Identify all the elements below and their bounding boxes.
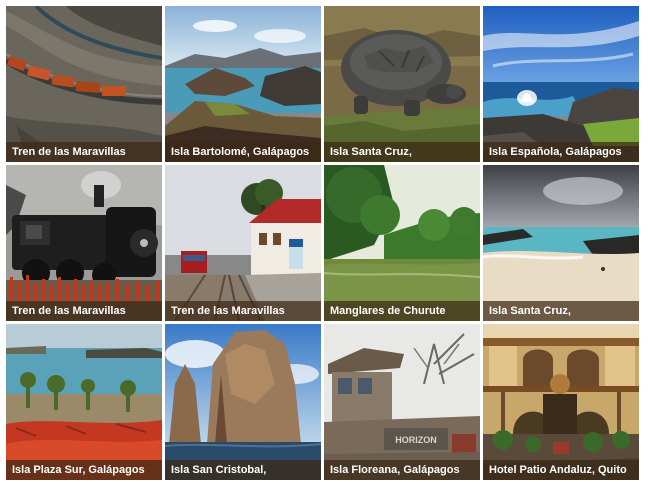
photo-manglares-churute xyxy=(324,165,480,321)
photo-isla-san-cristobal xyxy=(165,324,321,480)
tile-caption: Isla Plaza Sur, Galápagos xyxy=(6,460,162,480)
tile-caption: Tren de las Maravillas xyxy=(6,142,162,162)
photo-santa-cruz-beach xyxy=(483,165,639,321)
gallery-tile-train-cliff[interactable]: Tren de las Maravillas xyxy=(6,6,162,162)
gallery-tile-manglares[interactable]: Manglares de Churute xyxy=(324,165,480,321)
photo-train-station xyxy=(165,165,321,321)
photo-giant-tortoise xyxy=(324,6,480,162)
gallery-tile-isla-espanola[interactable]: Isla Española, Galápagos xyxy=(483,6,639,162)
gallery-tile-isla-bartolome[interactable]: Isla Bartolomé, Galápagos xyxy=(165,6,321,162)
photo-isla-bartolome xyxy=(165,6,321,162)
tile-caption: Isla San Cristobal, xyxy=(165,460,321,480)
photo-hotel-patio-andaluz xyxy=(483,324,639,480)
gallery-tile-plaza-sur[interactable]: Isla Plaza Sur, Galápagos xyxy=(6,324,162,480)
tile-caption: Isla Floreana, Galápagos xyxy=(324,460,480,480)
tile-caption: Isla Española, Galápagos xyxy=(483,142,639,162)
tile-caption: Isla Bartolomé, Galápagos xyxy=(165,142,321,162)
photo-isla-floreana: HORIZON xyxy=(324,324,480,480)
photo-gallery: Tren de las Maravillas Isla Bartolomé, G… xyxy=(6,6,639,480)
gallery-tile-train-station[interactable]: Tren de las Maravillas xyxy=(165,165,321,321)
photo-isla-espanola xyxy=(483,6,639,162)
horizon-sign-text: HORIZON xyxy=(395,435,437,445)
tile-caption: Tren de las Maravillas xyxy=(6,301,162,321)
gallery-tile-tortoise[interactable]: Isla Santa Cruz, xyxy=(324,6,480,162)
tile-caption: Hotel Patio Andaluz, Quito xyxy=(483,460,639,480)
gallery-tile-floreana[interactable]: HORIZON Isla Floreana, Galápagos xyxy=(324,324,480,480)
gallery-tile-san-cristobal[interactable]: Isla San Cristobal, xyxy=(165,324,321,480)
photo-isla-plaza-sur xyxy=(6,324,162,480)
gallery-tile-santa-cruz-beach[interactable]: Isla Santa Cruz, xyxy=(483,165,639,321)
tile-caption: Tren de las Maravillas xyxy=(165,301,321,321)
photo-steam-locomotive xyxy=(6,165,162,321)
tile-caption: Manglares de Churute xyxy=(324,301,480,321)
tile-caption: Isla Santa Cruz, xyxy=(483,301,639,321)
photo-train-cliff xyxy=(6,6,162,162)
gallery-tile-steam-locomotive[interactable]: Tren de las Maravillas xyxy=(6,165,162,321)
tile-caption: Isla Santa Cruz, xyxy=(324,142,480,162)
gallery-tile-hotel-patio-andaluz[interactable]: Hotel Patio Andaluz, Quito xyxy=(483,324,639,480)
